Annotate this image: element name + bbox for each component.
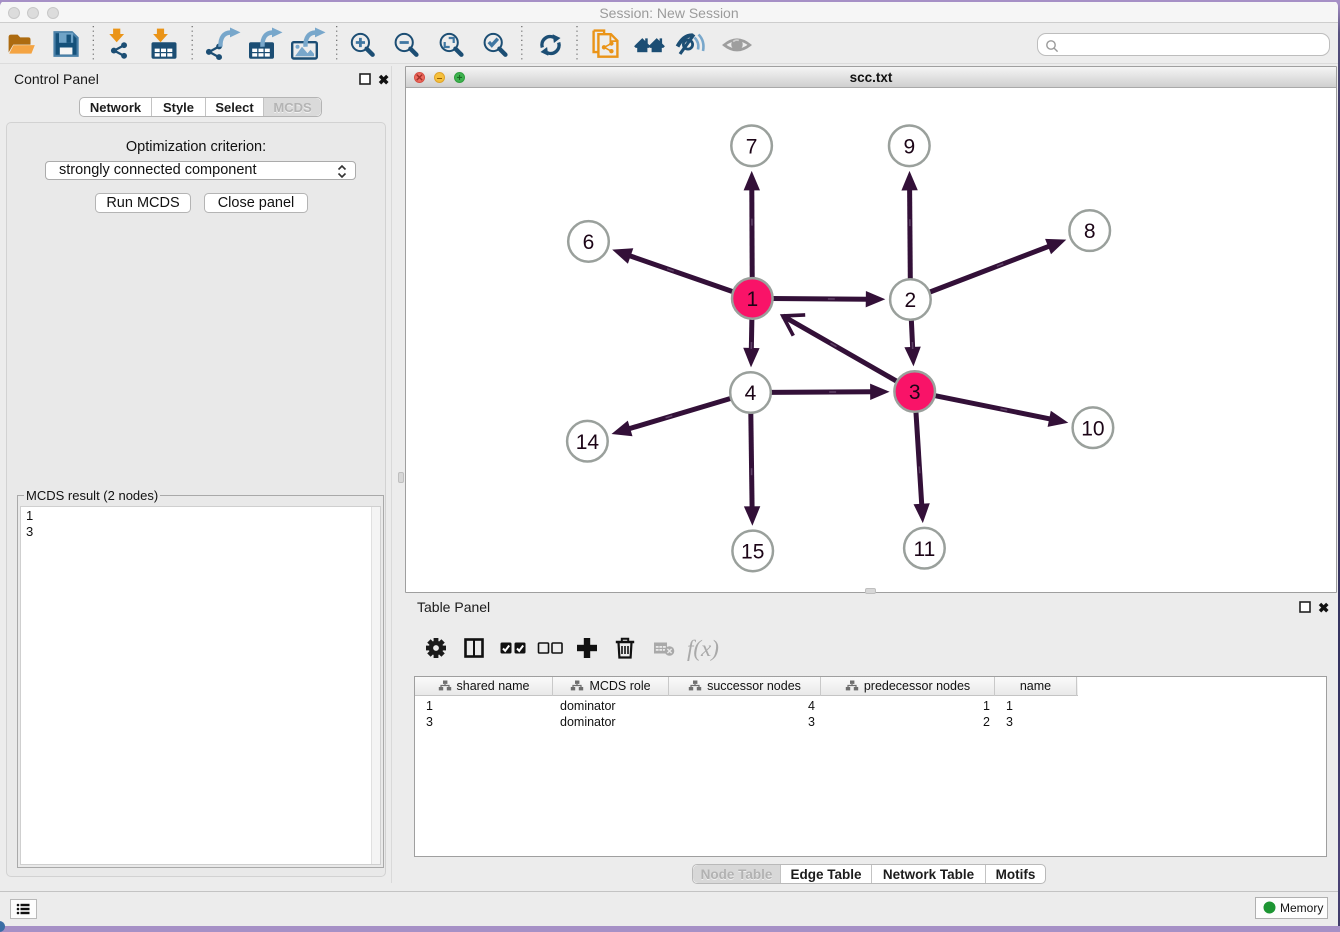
svg-text:6: 6: [582, 231, 594, 254]
svg-text:f(x): f(x): [687, 636, 719, 661]
svg-text:✖: ✖: [1318, 601, 1329, 614]
svg-text:11: 11: [913, 537, 935, 560]
svg-text:9: 9: [903, 135, 915, 158]
svg-text:7: 7: [745, 135, 757, 158]
svg-text:8: 8: [1083, 220, 1095, 243]
svg-text:10: 10: [1081, 417, 1104, 440]
svg-text:✖: ✖: [378, 73, 389, 86]
svg-text:1: 1: [746, 288, 758, 311]
svg-text:4: 4: [744, 382, 756, 405]
svg-text:15: 15: [741, 540, 764, 563]
svg-text:3: 3: [908, 381, 920, 404]
svg-text:14: 14: [575, 430, 599, 453]
svg-text:2: 2: [904, 289, 916, 312]
